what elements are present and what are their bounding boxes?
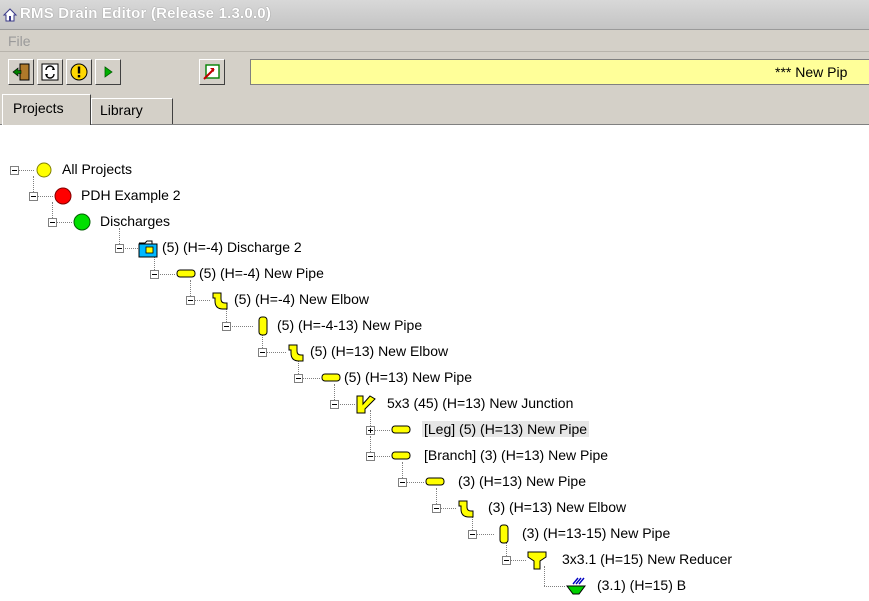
- collapse-toggle[interactable]: [150, 270, 159, 279]
- collapse-toggle[interactable]: [186, 296, 195, 305]
- tree-node-label: (5) (H=-4) New Elbow: [234, 291, 369, 307]
- horizontal-pipe-icon: [391, 451, 411, 460]
- collapse-toggle[interactable]: [29, 192, 38, 201]
- warning-button[interactable]: [66, 59, 92, 85]
- tree-node-label: (5) (H=-4) New Pipe: [199, 265, 324, 281]
- tree-node-label: 3x3.1 (H=15) New Reducer: [562, 551, 733, 567]
- reducer-icon: [527, 551, 547, 570]
- run-button[interactable]: [95, 59, 121, 85]
- exit-door-icon: [12, 63, 30, 81]
- elbow-icon: [458, 500, 474, 518]
- collapse-toggle[interactable]: [432, 504, 441, 513]
- collapse-toggle[interactable]: [468, 530, 477, 539]
- export-icon: [203, 64, 220, 80]
- window-title: RMS Drain Editor (Release 1.3.0.0): [20, 5, 272, 22]
- tree-node-label: (3.1) (H=15) B: [597, 577, 687, 593]
- elbow-icon: [288, 344, 304, 362]
- tree-node-label: [Branch] (3) (H=13) New Pipe: [424, 447, 609, 463]
- menu-bar: File: [0, 30, 869, 52]
- toolbar: *** New Pip: [0, 52, 869, 94]
- junction-icon: [356, 395, 376, 414]
- tree-connector: [544, 586, 565, 587]
- vertical-pipe-icon: [258, 316, 268, 336]
- project-tree[interactable]: All Projects PDH Example 2 Discharges (5…: [0, 124, 869, 601]
- play-icon: [104, 66, 113, 78]
- collapse-toggle[interactable]: [115, 244, 124, 253]
- collapse-toggle[interactable]: [10, 166, 19, 175]
- horizontal-pipe-icon: [321, 373, 341, 382]
- elbow-icon: [212, 292, 228, 310]
- status-message: *** New Pip: [775, 64, 848, 80]
- discharge-icon: [138, 240, 158, 258]
- refresh-icon: [41, 63, 59, 81]
- export-button[interactable]: [199, 59, 225, 85]
- collapse-toggle[interactable]: [502, 556, 511, 565]
- tree-node-label: [Leg] (5) (H=13) New Pipe: [422, 421, 590, 437]
- tree-node-label: (3) (H=13-15) New Pipe: [522, 525, 671, 541]
- collapse-toggle[interactable]: [258, 348, 267, 357]
- warning-icon: [70, 63, 88, 81]
- tab-library-label: Library: [100, 102, 143, 118]
- tree-node-label: (3) (H=13) New Elbow: [488, 499, 627, 515]
- refresh-button[interactable]: [37, 59, 63, 85]
- tab-projects[interactable]: Projects: [2, 94, 91, 125]
- title-bar: RMS Drain Editor (Release 1.3.0.0): [0, 0, 869, 30]
- tab-library[interactable]: Library: [91, 98, 173, 124]
- menu-file[interactable]: File: [8, 33, 31, 49]
- tab-strip: Projects Library: [0, 94, 869, 125]
- tree-node-label: (5) (H=-4-13) New Pipe: [277, 317, 423, 333]
- status-message-bar: *** New Pip: [250, 59, 869, 85]
- green-circle-icon: [73, 213, 91, 231]
- collapse-toggle[interactable]: [48, 218, 57, 227]
- yellow-circle-icon: [36, 162, 52, 178]
- horizontal-pipe-icon: [425, 477, 445, 486]
- tree-connector: [370, 436, 371, 452]
- vertical-pipe-icon: [499, 524, 509, 544]
- collapse-toggle[interactable]: [398, 478, 407, 487]
- collapse-toggle[interactable]: [330, 400, 339, 409]
- tree-node-label: (3) (H=13) New Pipe: [458, 473, 586, 489]
- expand-toggle[interactable]: [366, 426, 375, 435]
- collapse-toggle[interactable]: [366, 452, 375, 461]
- tab-projects-label: Projects: [13, 100, 64, 116]
- tree-node-label: (5) (H=-4) Discharge 2: [162, 239, 302, 255]
- tree-node-label: All Projects: [62, 161, 133, 177]
- horizontal-pipe-icon: [391, 425, 411, 434]
- drain-icon: [566, 577, 586, 595]
- tree-node-label: Discharges: [100, 213, 171, 229]
- horizontal-pipe-icon: [176, 269, 196, 278]
- collapse-toggle[interactable]: [222, 322, 231, 331]
- tree-node-label: PDH Example 2: [81, 187, 181, 203]
- red-circle-icon: [54, 187, 72, 205]
- tree-node-label: (5) (H=13) New Elbow: [310, 343, 449, 359]
- tree-node-label: 5x3 (45) (H=13) New Junction: [387, 395, 574, 411]
- tree-node-label: (5) (H=13) New Pipe: [344, 369, 472, 385]
- exit-button[interactable]: [8, 59, 34, 85]
- app-icon: [2, 8, 18, 22]
- collapse-toggle[interactable]: [294, 374, 303, 383]
